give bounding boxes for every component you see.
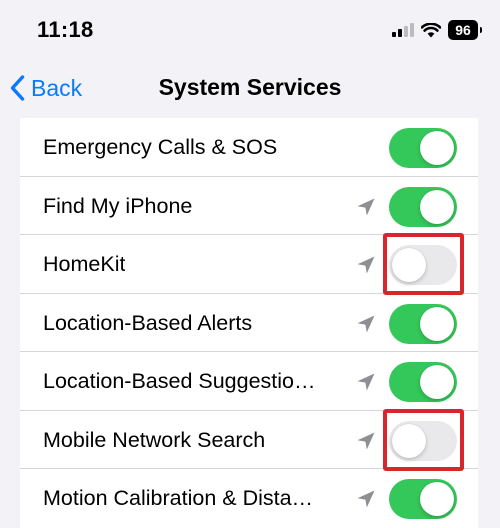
- service-row: Location-Based Suggestio…: [20, 352, 478, 411]
- toggle-knob: [420, 189, 454, 224]
- battery-indicator: 96: [448, 20, 482, 40]
- location-arrow-icon: [355, 313, 377, 335]
- service-toggle[interactable]: [389, 303, 457, 344]
- service-label: Mobile Network Search: [43, 427, 266, 452]
- service-toggle[interactable]: [389, 420, 457, 461]
- service-toggle[interactable]: [389, 479, 457, 519]
- status-time: 11:18: [37, 17, 94, 42]
- status-icons: 96: [392, 20, 482, 40]
- service-label: Emergency Calls & SOS: [43, 135, 278, 159]
- toggle-knob: [392, 248, 426, 282]
- toggle-knob: [392, 423, 426, 458]
- toggle-knob: [420, 482, 454, 516]
- service-label: Find My iPhone: [43, 193, 193, 218]
- service-label: HomeKit: [43, 252, 126, 276]
- navigation-bar: Back System Services: [0, 58, 500, 118]
- cellular-signal-icon: [392, 23, 414, 37]
- service-toggle[interactable]: [389, 186, 457, 227]
- location-arrow-icon: [355, 196, 377, 218]
- wifi-icon: [421, 22, 441, 37]
- service-label: Location-Based Alerts: [43, 310, 253, 335]
- toggle-knob: [420, 365, 454, 399]
- location-arrow-icon: [355, 371, 377, 393]
- service-toggle[interactable]: [389, 128, 457, 168]
- service-toggle[interactable]: [389, 245, 457, 285]
- service-row: HomeKit: [20, 235, 478, 294]
- service-row: Location-Based Alerts: [20, 294, 478, 352]
- service-row: Find My iPhone: [20, 177, 478, 235]
- system-services-list: Emergency Calls & SOS Find My iPhone HomeK…: [20, 118, 478, 528]
- status-bar: 11:18 96: [0, 0, 500, 58]
- toggle-knob: [420, 306, 454, 341]
- service-row: Mobile Network Search: [20, 411, 478, 469]
- service-row: Motion Calibration & Dista…: [20, 469, 478, 528]
- toggle-knob: [420, 131, 454, 165]
- service-label: Motion Calibration & Dista…: [43, 486, 314, 510]
- page-title: System Services: [158, 74, 342, 100]
- service-label: Location-Based Suggestio…: [43, 369, 316, 393]
- location-arrow-icon: [355, 430, 377, 452]
- location-arrow-icon: [355, 254, 377, 276]
- service-toggle[interactable]: [389, 362, 457, 402]
- location-arrow-icon: [355, 488, 377, 510]
- service-row: Emergency Calls & SOS: [20, 118, 478, 177]
